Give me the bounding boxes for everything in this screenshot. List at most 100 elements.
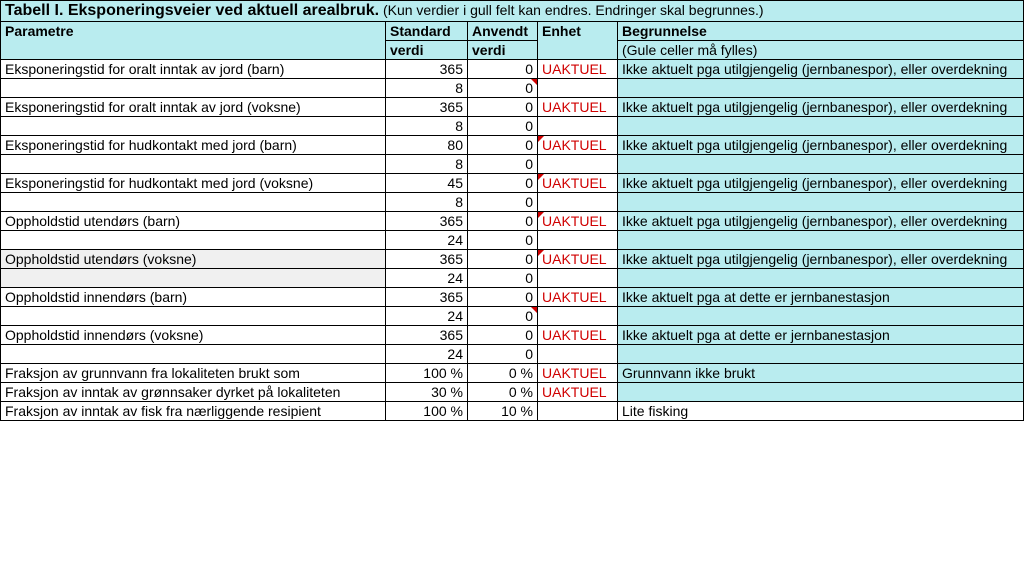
unit-cell: UAKTUEL — [538, 60, 618, 79]
hdr-app1: Anvendt — [468, 22, 538, 41]
just-cell[interactable] — [618, 193, 1024, 212]
std-cell: 365 — [386, 98, 468, 117]
std-cell: 365 — [386, 212, 468, 231]
just-cell[interactable] — [618, 345, 1024, 364]
unit-cell: UAKTUEL — [538, 288, 618, 307]
just-cell[interactable] — [618, 231, 1024, 250]
exposure-table: Tabell I. Eksponeringsveier ved aktuell … — [0, 0, 1024, 421]
std-cell: 8 — [386, 117, 468, 136]
just-cell[interactable]: Ikke aktuelt pga utilgjengelig (jernbane… — [618, 98, 1024, 117]
app-cell[interactable]: 0 — [468, 288, 538, 307]
unit-cell — [538, 231, 618, 250]
app-cell[interactable]: 0 — [468, 136, 538, 155]
hdr-just1: Begrunnelse — [618, 22, 1024, 41]
std-cell: 24 — [386, 307, 468, 326]
just-cell[interactable] — [618, 269, 1024, 288]
just-cell[interactable] — [618, 383, 1024, 402]
std-cell: 45 — [386, 174, 468, 193]
table-row: 8 0 — [1, 79, 1024, 98]
std-cell: 365 — [386, 326, 468, 345]
app-cell[interactable]: 0 — [468, 231, 538, 250]
param-cell: Fraksjon av inntak av fisk fra nærliggen… — [1, 402, 386, 421]
unit-cell — [538, 193, 618, 212]
param-cell: Eksponeringstid for hudkontakt med jord … — [1, 174, 386, 193]
app-cell[interactable]: 0 — [468, 326, 538, 345]
unit-cell: UAKTUEL — [538, 364, 618, 383]
app-cell[interactable]: 0 — [468, 193, 538, 212]
table-row: Oppholdstid utendørs (barn) 365 0 UAKTUE… — [1, 212, 1024, 231]
app-cell[interactable]: 0 — [468, 174, 538, 193]
app-cell[interactable]: 0 % — [468, 364, 538, 383]
param-cell: Eksponeringstid for oralt inntak av jord… — [1, 98, 386, 117]
table-row: 24 0 — [1, 345, 1024, 364]
unit-cell — [538, 307, 618, 326]
app-cell[interactable]: 0 — [468, 117, 538, 136]
app-cell[interactable]: 0 — [468, 307, 538, 326]
unit-cell — [538, 79, 618, 98]
just-cell[interactable] — [618, 307, 1024, 326]
app-cell[interactable]: 0 — [468, 269, 538, 288]
std-cell: 30 % — [386, 383, 468, 402]
std-cell: 365 — [386, 288, 468, 307]
hdr-unit: Enhet — [538, 22, 618, 60]
just-cell[interactable]: Ikke aktuelt pga at dette er jernbanesta… — [618, 326, 1024, 345]
just-cell[interactable]: Grunnvann ikke brukt — [618, 364, 1024, 383]
param-cell — [1, 231, 386, 250]
param-cell: Oppholdstid innendørs (voksne) — [1, 326, 386, 345]
unit-cell: UAKTUEL — [538, 326, 618, 345]
hdr-param: Parametre — [1, 22, 386, 60]
unit-cell: UAKTUEL — [538, 250, 618, 269]
just-cell[interactable]: Ikke aktuelt pga utilgjengelig (jernbane… — [618, 174, 1024, 193]
table-row: 8 0 — [1, 193, 1024, 212]
just-cell[interactable]: Ikke aktuelt pga utilgjengelig (jernbane… — [618, 212, 1024, 231]
app-cell[interactable]: 0 — [468, 345, 538, 364]
std-cell: 365 — [386, 60, 468, 79]
param-cell — [1, 345, 386, 364]
table-row: Eksponeringstid for oralt inntak av jord… — [1, 98, 1024, 117]
app-cell[interactable]: 0 — [468, 79, 538, 98]
unit-cell — [538, 345, 618, 364]
app-cell[interactable]: 0 — [468, 60, 538, 79]
app-cell[interactable]: 0 % — [468, 383, 538, 402]
table-title: Tabell I. Eksponeringsveier ved aktuell … — [1, 1, 1024, 22]
table-row: 24 0 — [1, 269, 1024, 288]
app-cell[interactable]: 10 % — [468, 402, 538, 421]
hdr-just2: (Gule celler må fylles) — [618, 41, 1024, 60]
just-cell[interactable]: Ikke aktuelt pga utilgjengelig (jernbane… — [618, 60, 1024, 79]
table-row: Eksponeringstid for oralt inntak av jord… — [1, 60, 1024, 79]
param-cell: Oppholdstid utendørs (voksne) — [1, 250, 386, 269]
app-cell[interactable]: 0 — [468, 155, 538, 174]
unit-cell — [538, 117, 618, 136]
table-row: Oppholdstid utendørs (voksne) 365 0 UAKT… — [1, 250, 1024, 269]
app-cell[interactable]: 0 — [468, 250, 538, 269]
title-note: (Kun verdier i gull felt kan endres. End… — [379, 2, 763, 18]
table-row: 24 0 — [1, 307, 1024, 326]
just-cell[interactable] — [618, 79, 1024, 98]
unit-cell — [538, 269, 618, 288]
just-cell[interactable]: Ikke aktuelt pga utilgjengelig (jernbane… — [618, 250, 1024, 269]
table-row: Eksponeringstid for hudkontakt med jord … — [1, 136, 1024, 155]
param-cell: Oppholdstid utendørs (barn) — [1, 212, 386, 231]
std-cell: 365 — [386, 250, 468, 269]
param-cell: Eksponeringstid for hudkontakt med jord … — [1, 136, 386, 155]
std-cell: 8 — [386, 155, 468, 174]
param-cell — [1, 79, 386, 98]
just-cell[interactable]: Ikke aktuelt pga utilgjengelig (jernbane… — [618, 136, 1024, 155]
just-cell[interactable]: Lite fisking — [618, 402, 1024, 421]
std-cell: 24 — [386, 269, 468, 288]
just-cell[interactable]: Ikke aktuelt pga at dette er jernbanesta… — [618, 288, 1024, 307]
std-cell: 80 — [386, 136, 468, 155]
table-row: Fraksjon av inntak av grønnsaker dyrket … — [1, 383, 1024, 402]
just-cell[interactable] — [618, 117, 1024, 136]
just-cell[interactable] — [618, 155, 1024, 174]
param-cell: Fraksjon av grunnvann fra lokaliteten br… — [1, 364, 386, 383]
std-cell: 100 % — [386, 402, 468, 421]
std-cell: 8 — [386, 79, 468, 98]
std-cell: 100 % — [386, 364, 468, 383]
std-cell: 8 — [386, 193, 468, 212]
hdr-std2: verdi — [386, 41, 468, 60]
table-row: Oppholdstid innendørs (barn) 365 0 UAKTU… — [1, 288, 1024, 307]
param-cell — [1, 155, 386, 174]
app-cell[interactable]: 0 — [468, 98, 538, 117]
app-cell[interactable]: 0 — [468, 212, 538, 231]
